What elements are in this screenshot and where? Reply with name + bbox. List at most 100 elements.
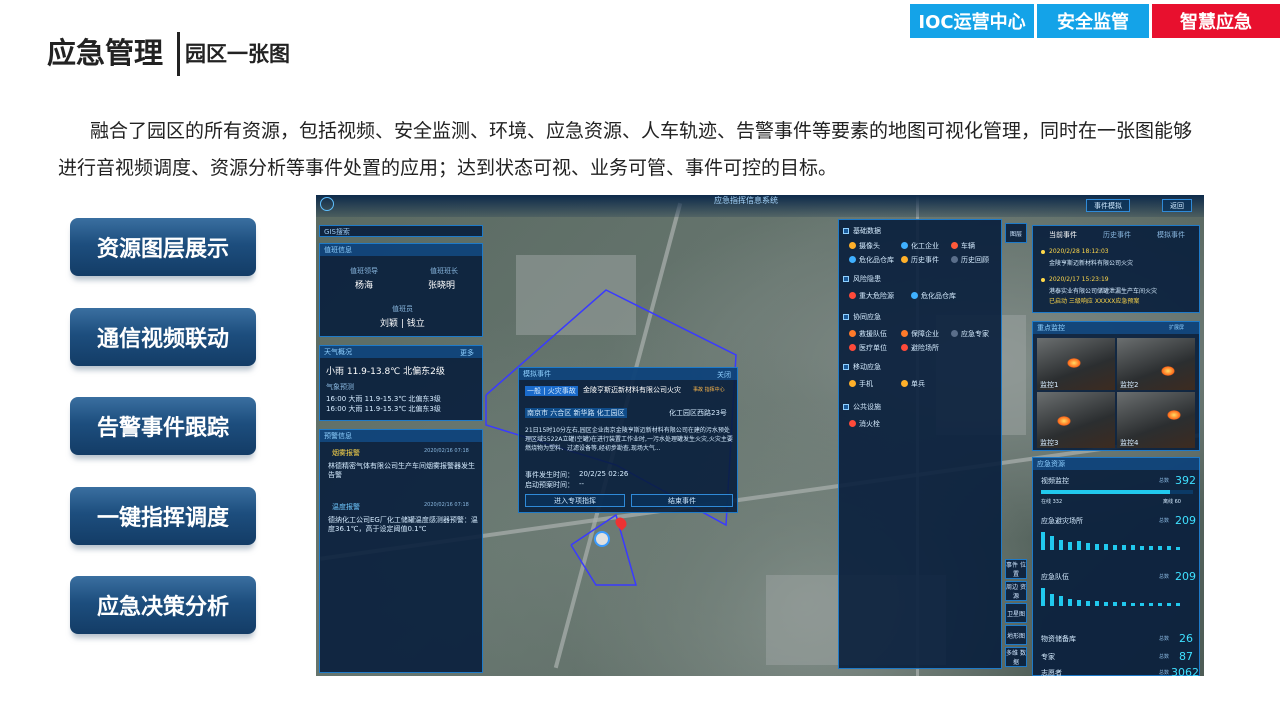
layer-checkbox[interactable] <box>843 314 849 320</box>
event-dot-icon <box>1041 250 1045 254</box>
gis-search-input[interactable]: GIS搜索 <box>319 225 483 237</box>
tab-emergency[interactable]: 智慧应急 <box>1152 4 1280 38</box>
camera-feed[interactable]: 监控4 <box>1117 392 1195 448</box>
event-title: 金陵亨斯迈新材料有限公司火灾 <box>583 386 681 394</box>
layer-dangerous[interactable]: 危化品仓库 <box>859 255 894 265</box>
mini-bar <box>1104 544 1108 550</box>
mini-bar <box>1095 601 1099 606</box>
teams-bars <box>1041 586 1193 606</box>
side-tab-multidim[interactable]: 多维 数据 <box>1005 647 1027 667</box>
event-plan-time: -- <box>579 480 585 488</box>
alert-item[interactable]: 温度报警 2020/02/16 07:18 德纳化工公司EG厂化工储罐温度感测器… <box>324 502 478 546</box>
mini-bar <box>1140 603 1144 606</box>
alerts-panel: 预警信息 烟雾报警 2020/02/16 07:18 林德精密气体有限公司生产车… <box>319 429 483 673</box>
staff-label: 值班员 <box>392 305 413 313</box>
mini-bar <box>1149 546 1153 550</box>
staff-names: 刘颖 | 钱立 <box>380 319 425 329</box>
experts-total: 87 <box>1179 650 1193 663</box>
layer-checkbox[interactable] <box>843 276 849 282</box>
camera-label: 监控2 <box>1120 381 1139 389</box>
layer-rescue[interactable]: 救援队伍 <box>859 329 887 339</box>
event-time: 20/2/25 02:26 <box>579 470 629 478</box>
weather-more-link[interactable]: 更多 <box>460 348 474 358</box>
layer-chem-ent[interactable]: 化工企业 <box>911 241 939 251</box>
mini-bar <box>1077 541 1081 550</box>
feature-button-video[interactable]: 通信视频联动 <box>70 308 256 366</box>
layer-shelter[interactable]: 避险场所 <box>911 343 939 353</box>
layer-checkbox[interactable] <box>843 228 849 234</box>
layer-major-hazard[interactable]: 重大危险源 <box>859 291 894 301</box>
volunteers-label: 志愿者 <box>1041 669 1062 676</box>
chief-label: 值班班长 <box>430 267 458 275</box>
fire-icon <box>1057 416 1071 426</box>
alert-item[interactable]: 烟雾报警 2020/02/16 07:18 林德精密气体有限公司生产车间烟雾报警… <box>324 448 478 488</box>
tab-ioc[interactable]: IOC运营中心 <box>910 4 1034 38</box>
enter-command-button[interactable]: 进入专项指挥 <box>525 494 625 507</box>
event-time: 2020/2/28 18:12:03 <box>1049 248 1109 255</box>
resources-panel: 应急资源 视频监控 总数 392 在线 332 离线 60 应急避灾场所 总数 … <box>1032 457 1200 676</box>
tab-simulated-events[interactable]: 模拟事件 <box>1157 230 1185 240</box>
video-online: 在线 332 <box>1041 499 1063 505</box>
places-label: 应急避灾场所 <box>1041 517 1083 525</box>
duty-panel: 值班信息 值班领导 杨海 值班班长 张晓明 值班员 刘颖 | 钱立 <box>319 243 483 337</box>
mini-bar <box>1131 545 1135 550</box>
tab-current-events[interactable]: 当前事件 <box>1049 230 1077 240</box>
tab-history-events[interactable]: 历史事件 <box>1103 230 1131 240</box>
feature-button-dispatch[interactable]: 一键指挥调度 <box>70 487 256 545</box>
mini-bar <box>1167 603 1171 606</box>
side-tab-event-location[interactable]: 事件 位置 <box>1005 559 1027 579</box>
event-link[interactable]: 事故 指挥中心 <box>693 386 725 393</box>
layer-checkbox[interactable] <box>843 364 849 370</box>
simulate-event-button[interactable]: 事件模拟 <box>1086 199 1130 212</box>
side-tab-layers[interactable]: 图层 <box>1005 223 1027 243</box>
layer-hydrant[interactable]: 消火栓 <box>859 419 880 429</box>
layer-camera[interactable]: 摄像头 <box>859 241 880 251</box>
building-marker-icon[interactable] <box>594 531 610 547</box>
camera-feed[interactable]: 监控2 <box>1117 338 1195 390</box>
duty-panel-head: 值班信息 <box>320 244 482 256</box>
layer-individual[interactable]: 单兵 <box>911 379 925 389</box>
weather-panel-head: 天气概况 <box>320 346 482 358</box>
forecast-label: 气象预测 <box>326 383 354 391</box>
layer-key-ent[interactable]: 保障企业 <box>911 329 939 339</box>
side-tab-satellite[interactable]: 卫星图 <box>1005 603 1027 623</box>
alert-time: 2020/02/16 07:18 <box>424 502 469 508</box>
layer-medical[interactable]: 医疗单位 <box>859 343 887 353</box>
layer-vehicle[interactable]: 车辆 <box>961 241 975 251</box>
tab-safety[interactable]: 安全监管 <box>1037 4 1149 38</box>
title-divider <box>177 32 180 76</box>
camera-feed[interactable]: 监控3 <box>1037 392 1115 448</box>
end-event-button[interactable]: 结束事件 <box>631 494 733 507</box>
header-tabs: IOC运营中心 安全监管 智慧应急 <box>910 4 1280 38</box>
layer-checkbox[interactable] <box>843 404 849 410</box>
feature-button-decision[interactable]: 应急决策分析 <box>70 576 256 634</box>
side-tab-terrain[interactable]: 地形图 <box>1005 625 1027 645</box>
camera-label: 监控4 <box>1120 439 1139 447</box>
feature-button-alerts[interactable]: 告警事件跟踪 <box>70 397 256 455</box>
layer-expert[interactable]: 应急专家 <box>961 329 989 339</box>
leader-name: 杨海 <box>355 281 374 291</box>
event-desc[interactable]: 金陵亨斯迈新材料有限公司火灾 <box>1049 258 1133 267</box>
track-icon <box>951 256 958 263</box>
event-time-label: 事件发生时间： <box>525 471 574 479</box>
feature-button-layers[interactable]: 资源图层展示 <box>70 218 256 276</box>
teams-total: 209 <box>1175 570 1196 583</box>
layer-phone[interactable]: 手机 <box>859 379 873 389</box>
event-desc[interactable]: 港泰实业有限公司储罐泄漏生产车间火灾 <box>1049 286 1157 295</box>
event-plan-label: 启动预案时间： <box>525 481 574 489</box>
layer-group-coordination: 协同应急 <box>853 313 881 321</box>
back-button[interactable]: 返回 <box>1162 199 1192 212</box>
layer-chem-warehouse[interactable]: 危化品仓库 <box>921 291 956 301</box>
layer-history[interactable]: 历史事件 <box>911 255 939 265</box>
system-title: 应急指挥信息系统 <box>714 196 778 205</box>
side-tab-nearby[interactable]: 周边 资源 <box>1005 581 1027 601</box>
logo-icon[interactable] <box>320 197 334 211</box>
mini-bar <box>1113 545 1117 550</box>
popup-close-button[interactable]: 关闭 <box>717 370 731 380</box>
mini-bar <box>1059 596 1063 606</box>
expand-screen-button[interactable]: 扩展屏 <box>1169 324 1184 331</box>
layer-track[interactable]: 历史回顾 <box>961 255 989 265</box>
mini-bar <box>1122 545 1126 550</box>
camera-feed[interactable]: 监控1 <box>1037 338 1115 390</box>
enterprise-icon <box>901 330 908 337</box>
